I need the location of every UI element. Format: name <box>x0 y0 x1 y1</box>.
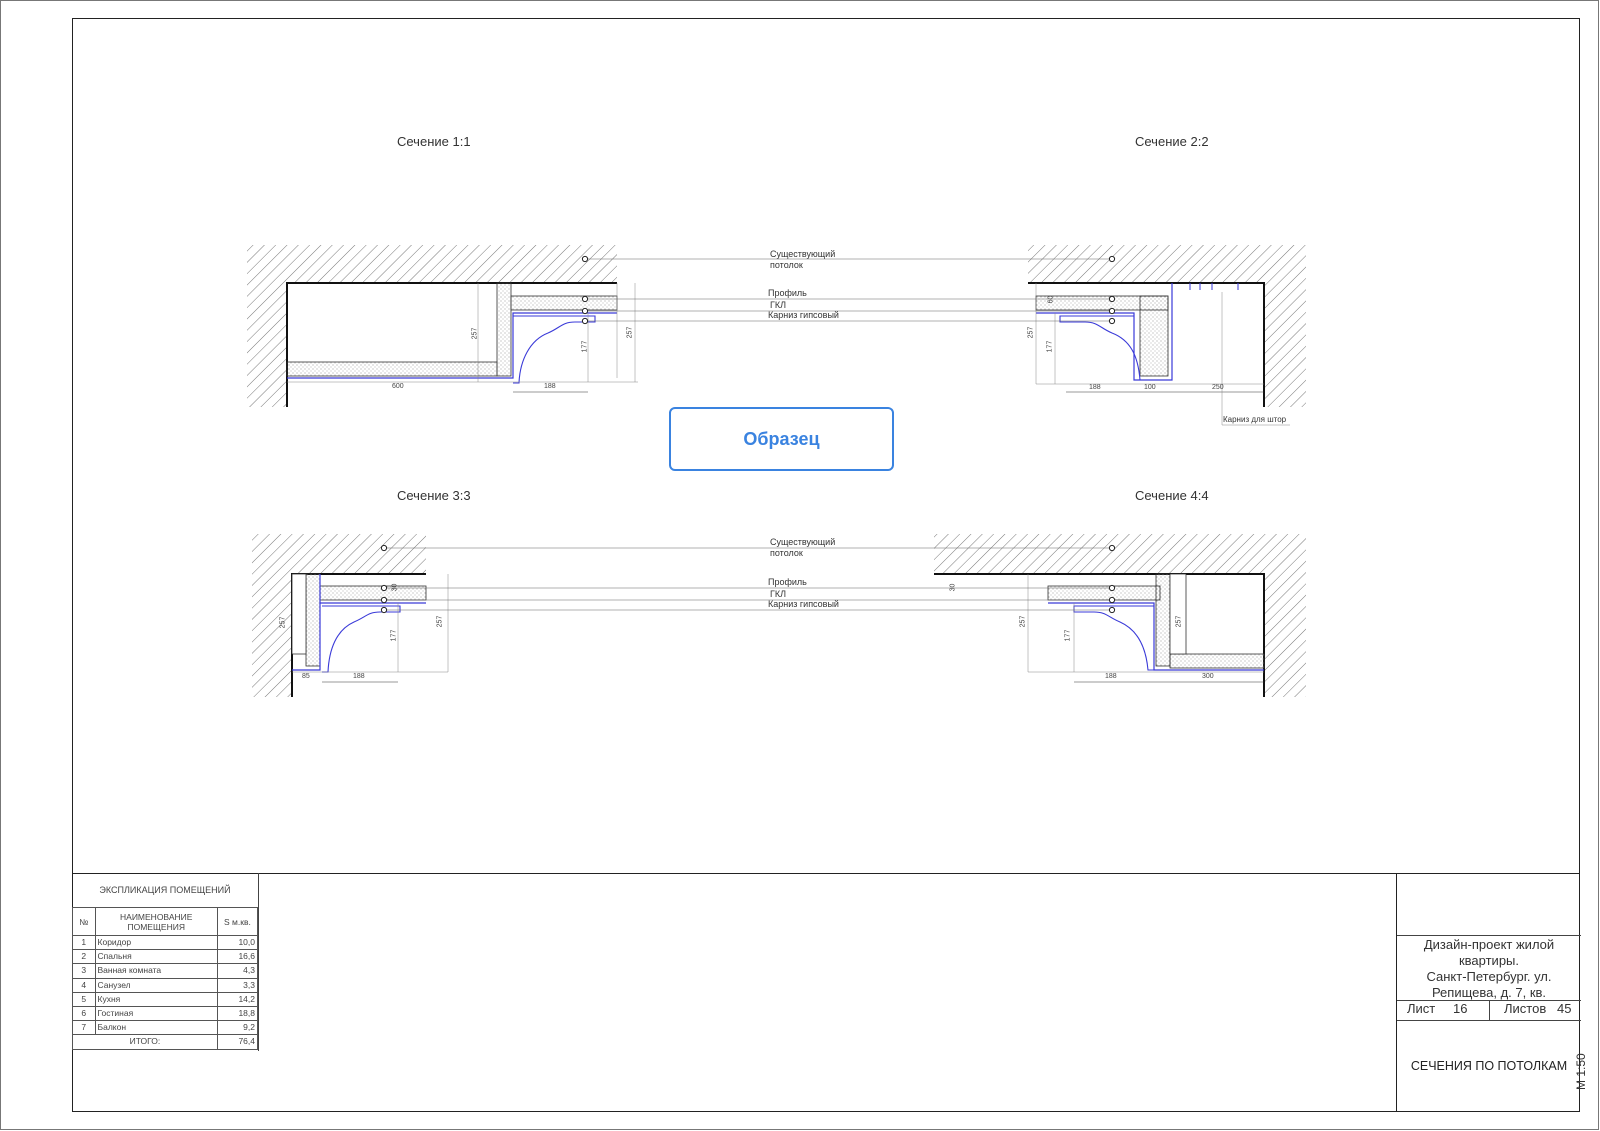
dim-s2-188: 188 <box>1089 384 1101 391</box>
dim-s4-30: 30 <box>949 583 957 592</box>
section-1-title: Сечение 1:1 <box>397 134 471 149</box>
stamp-divider <box>1397 1020 1581 1021</box>
dim-s4-300: 300 <box>1202 673 1214 680</box>
label-cornice-bottom: Карниз гипсовый <box>768 599 839 609</box>
explication-grid: № НАИМЕНОВАНИЕ ПОМЕЩЕНИЯ S м.кв. 1 Коридор… <box>72 907 259 1050</box>
dim-s2-60: 60 <box>1047 295 1055 304</box>
title-block-top-line <box>72 873 1580 874</box>
section-4-title: Сечение 4:4 <box>1135 488 1209 503</box>
label-cornice-top: Карниз гипсовый <box>768 310 839 320</box>
section-3-title: Сечение 3:3 <box>397 488 471 503</box>
dim-s1-257b: 257 <box>626 326 634 339</box>
dim-s4-257b: 257 <box>1175 615 1183 628</box>
stamp-sheet-divider <box>1489 1000 1490 1020</box>
section-2-title: Сечение 2:2 <box>1135 134 1209 149</box>
section-1-drawing <box>247 245 638 407</box>
dim-s4-177: 177 <box>1064 629 1072 642</box>
label-gkl-bottom: ГКЛ <box>770 589 787 599</box>
table-row: 2 Спальня 16,6 <box>72 949 259 965</box>
col-area-header: S м.кв. <box>216 907 259 936</box>
table-row: 6 Гостиная 18,8 <box>72 1005 259 1022</box>
scale-label: М 1:50 <box>1574 1053 1588 1090</box>
col-no-header: № <box>72 907 96 936</box>
dim-s4-188: 188 <box>1105 673 1117 680</box>
table-row: 1 Коридор 10,0 <box>72 934 259 951</box>
label-profile-top: Профиль <box>768 288 807 298</box>
dim-s4-257a: 257 <box>1019 615 1027 628</box>
dim-s3-30: 30 <box>391 583 399 592</box>
table-row: 5 Кухня 14,2 <box>72 991 259 1007</box>
sheet-number: 16 <box>1453 1001 1468 1016</box>
dim-s3-257b: 257 <box>436 615 444 628</box>
dim-s2-250: 250 <box>1212 384 1224 391</box>
dim-s2-177: 177 <box>1046 340 1054 353</box>
dim-s1-257a: 257 <box>471 327 479 340</box>
label-profile-bottom: Профиль <box>768 577 807 587</box>
sample-watermark: Образец <box>669 407 894 471</box>
dim-s3-188: 188 <box>353 673 365 680</box>
dim-s1-600: 600 <box>392 383 404 390</box>
label-existing-ceiling-top-1: Существующий <box>770 249 836 259</box>
title-block: Дизайн-проект жилой квартиры. Санкт-Пете… <box>1396 873 1581 1112</box>
dim-s3-85: 85 <box>302 673 310 680</box>
label-gkl-top: ГКЛ <box>770 300 787 310</box>
dim-s2-257: 257 <box>1027 326 1035 339</box>
sheet-label: Лист <box>1407 1001 1436 1016</box>
section-2-drawing <box>1028 245 1306 426</box>
label-existing-ceiling-top-2: потолок <box>770 260 803 270</box>
label-curtain-rail: Карниз для штор <box>1223 415 1287 424</box>
dim-s3-257a: 257 <box>279 616 287 629</box>
table-row: 7 Балкон 9,2 <box>72 1020 259 1036</box>
table-row: 3 Ванная комната 4,3 <box>72 963 259 979</box>
col-name-header: НАИМЕНОВАНИЕ ПОМЕЩЕНИЯ <box>94 907 218 936</box>
table-row: 4 Санузел 3,3 <box>72 977 259 993</box>
dim-s2-100: 100 <box>1144 384 1156 391</box>
table-total-row: ИТОГО: 76,4 <box>72 1034 259 1050</box>
dim-s3-177: 177 <box>390 629 398 642</box>
section-4-drawing <box>934 534 1306 697</box>
sheets-label: Листов <box>1504 1001 1547 1016</box>
sheet-name: СЕЧЕНИЯ ПО ПОТОЛКАМ <box>1410 1059 1568 1073</box>
dim-s1-177: 177 <box>581 340 589 353</box>
label-existing-ceiling-bottom-2: потолок <box>770 548 803 558</box>
sheets-total: 45 <box>1557 1001 1572 1016</box>
dim-s1-188: 188 <box>544 383 556 390</box>
explication-title: ЭКСПЛИКАЦИЯ ПОМЕЩЕНИЙ <box>72 873 258 908</box>
explication-table: ЭКСПЛИКАЦИЯ ПОМЕЩЕНИЙ № НАИМЕНОВАНИЕ ПОМЕ… <box>72 873 259 1051</box>
label-existing-ceiling-bottom-1: Существующий <box>770 537 836 547</box>
